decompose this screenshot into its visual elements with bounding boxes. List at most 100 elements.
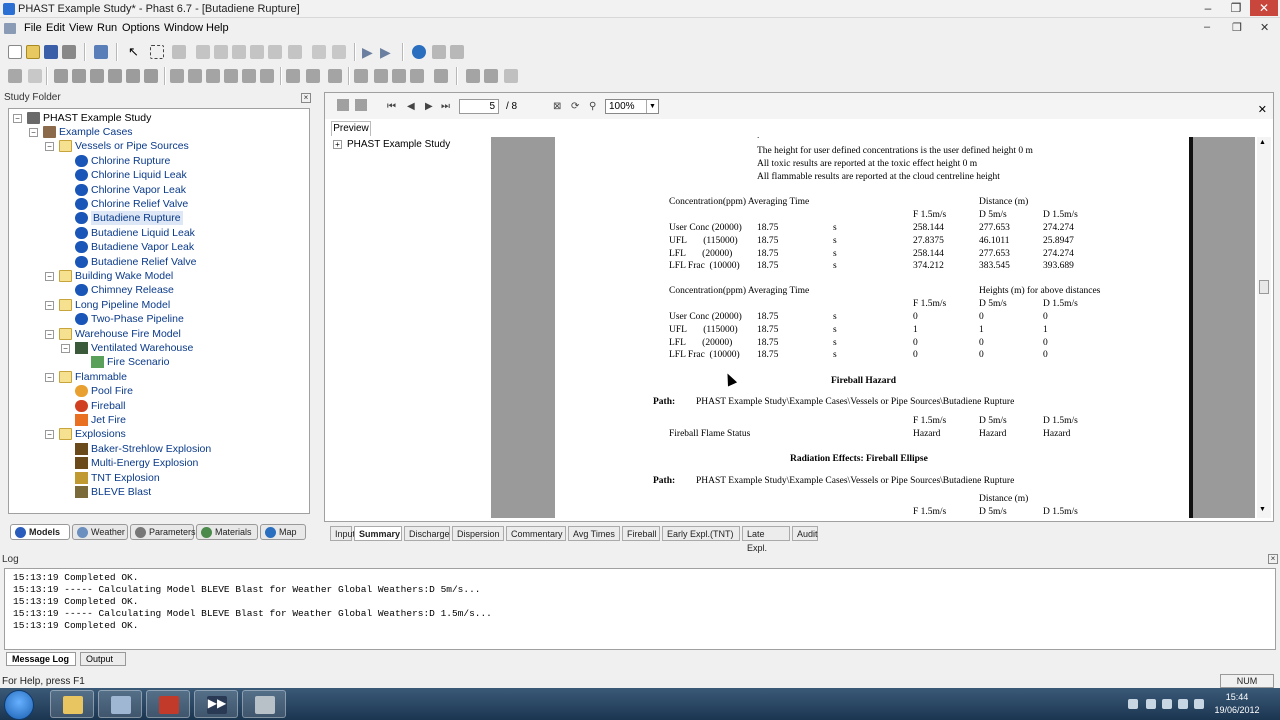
- save-icon[interactable]: [44, 45, 58, 59]
- scroll-down-icon[interactable]: ▼: [1259, 506, 1266, 513]
- expand-icon[interactable]: +: [333, 140, 342, 149]
- volume-icon[interactable]: [1194, 699, 1204, 709]
- next-page-button[interactable]: ▶: [425, 101, 433, 112]
- rupture-tool-icon[interactable]: [72, 69, 86, 83]
- tab-report-dispersion[interactable]: Dispersion: [452, 526, 504, 541]
- multi-energy-tool-icon[interactable]: [374, 69, 388, 83]
- mdi-minimize-button[interactable]: ‒: [1204, 21, 1210, 33]
- network-icon[interactable]: [1162, 699, 1172, 709]
- tab-message-log[interactable]: Message Log: [6, 652, 76, 666]
- tray-icon[interactable]: [1146, 699, 1156, 709]
- collapse-icon[interactable]: −: [45, 142, 54, 152]
- collapse-icon[interactable]: −: [13, 114, 22, 123]
- taskbar-explorer[interactable]: [50, 690, 94, 718]
- find-icon[interactable]: ⚲: [589, 101, 596, 112]
- export-icon[interactable]: [355, 99, 367, 111]
- collapse-icon[interactable]: −: [45, 329, 54, 339]
- menu-file[interactable]: File: [24, 22, 42, 34]
- zoom-window-icon[interactable]: [250, 45, 264, 59]
- close-panel-button[interactable]: ×: [301, 93, 311, 103]
- vertical-scrollbar[interactable]: ▲ ▼: [1257, 137, 1271, 518]
- close-button[interactable]: ✕: [1250, 0, 1278, 16]
- restore-button[interactable]: ❐: [1222, 0, 1250, 16]
- close-log-button[interactable]: ×: [1268, 554, 1278, 564]
- tab-map[interactable]: Map: [260, 524, 306, 540]
- tab-preview[interactable]: Preview: [331, 121, 371, 136]
- last-page-button[interactable]: ⏭: [441, 101, 450, 112]
- menu-run[interactable]: Run: [97, 22, 117, 34]
- menu-view[interactable]: View: [69, 22, 93, 34]
- chart-icon[interactable]: [450, 45, 464, 59]
- minimize-button[interactable]: ‒: [1194, 0, 1222, 16]
- zoom-in-icon[interactable]: [196, 45, 210, 59]
- refresh-icon[interactable]: ⟳: [571, 101, 579, 112]
- run-all-icon[interactable]: ▶: [380, 45, 394, 59]
- taskbar-app-4[interactable]: ▶▶: [194, 690, 238, 718]
- long-pipe-tool-icon[interactable]: [170, 69, 184, 83]
- select-area-icon[interactable]: [150, 45, 164, 59]
- disc-tool-icon[interactable]: [126, 69, 140, 83]
- zoom-extent-icon[interactable]: [232, 45, 246, 59]
- fire-tool-icon[interactable]: [328, 69, 342, 83]
- scroll-up-icon[interactable]: ▲: [1259, 139, 1266, 146]
- tab-models[interactable]: Models: [10, 524, 70, 540]
- group-tree[interactable]: + PHAST Example Study: [333, 139, 450, 150]
- building-tool-icon[interactable]: [28, 69, 42, 83]
- tab-output[interactable]: Output: [80, 652, 126, 666]
- zoom-previous-icon[interactable]: [268, 45, 282, 59]
- tab-report-late-expl-[interactable]: Late Expl.: [742, 526, 790, 553]
- tab-report-commentary[interactable]: Commentary: [506, 526, 566, 541]
- tab-report-discharge[interactable]: Discharge: [404, 526, 450, 541]
- close-preview-button[interactable]: ✕: [1258, 103, 1267, 116]
- collapse-icon[interactable]: −: [61, 344, 70, 353]
- tab-report-early-expl-tnt-[interactable]: Early Expl.(TNT): [662, 526, 740, 541]
- page-number-input[interactable]: 5: [459, 99, 499, 114]
- taskbar-app-3[interactable]: [146, 690, 190, 718]
- signal-icon[interactable]: [1178, 699, 1188, 709]
- instantaneous-tool-icon[interactable]: [224, 69, 238, 83]
- flammable-tool-icon[interactable]: [484, 69, 498, 83]
- taskbar-app-5[interactable]: [242, 690, 286, 718]
- tray-arrow-icon[interactable]: [1128, 699, 1138, 709]
- document-icon[interactable]: [4, 23, 16, 34]
- tab-report-fireball[interactable]: Fireball: [622, 526, 660, 541]
- time-varying-tool-icon[interactable]: [242, 69, 256, 83]
- relief-tool-icon[interactable]: [108, 69, 122, 83]
- tab-report-input[interactable]: Input: [330, 526, 355, 541]
- tab-report-avg-times[interactable]: Avg Times: [568, 526, 620, 541]
- select-arrow-icon[interactable]: ↖: [128, 45, 142, 59]
- menu-help[interactable]: Help: [206, 22, 229, 34]
- tab-weather[interactable]: Weather: [72, 524, 128, 540]
- zoom-out-icon[interactable]: [214, 45, 228, 59]
- prev-page-button[interactable]: ◀: [407, 101, 415, 112]
- warehouse-tool-icon[interactable]: [286, 69, 300, 83]
- properties-icon[interactable]: [94, 45, 108, 59]
- pipe-tool-icon[interactable]: [90, 69, 104, 83]
- leak-tool-icon[interactable]: [54, 69, 68, 83]
- collapse-icon[interactable]: −: [45, 430, 54, 440]
- stack-tool-icon[interactable]: [260, 69, 274, 83]
- explosion-tool-icon[interactable]: [354, 69, 368, 83]
- stop-icon[interactable]: ⊠: [553, 101, 561, 112]
- mdi-close-button[interactable]: ✕: [1260, 21, 1269, 34]
- refresh-icon[interactable]: [332, 45, 346, 59]
- bleve-tool-icon[interactable]: [434, 69, 448, 83]
- start-button[interactable]: [4, 690, 34, 720]
- folder-tool-icon[interactable]: [504, 69, 518, 83]
- toxic-tool-icon[interactable]: [466, 69, 480, 83]
- print-preview-icon[interactable]: [337, 99, 349, 111]
- scroll-thumb[interactable]: [1259, 280, 1269, 294]
- menu-window[interactable]: Window: [164, 22, 203, 34]
- report-icon[interactable]: [432, 45, 446, 59]
- zoom-select[interactable]: 100% ▼: [605, 99, 659, 114]
- tnt-tool-icon[interactable]: [410, 69, 424, 83]
- menu-edit[interactable]: Edit: [46, 22, 65, 34]
- tab-report-audit[interactable]: Audit: [792, 526, 818, 541]
- mdi-restore-button[interactable]: ❐: [1232, 21, 1242, 34]
- run-icon[interactable]: ▶: [362, 45, 376, 59]
- menu-options[interactable]: Options: [122, 22, 160, 34]
- collapse-icon[interactable]: −: [45, 272, 54, 281]
- globe-icon[interactable]: [412, 45, 426, 59]
- tab-parameters[interactable]: Parameters: [130, 524, 196, 540]
- open-icon[interactable]: [26, 45, 40, 59]
